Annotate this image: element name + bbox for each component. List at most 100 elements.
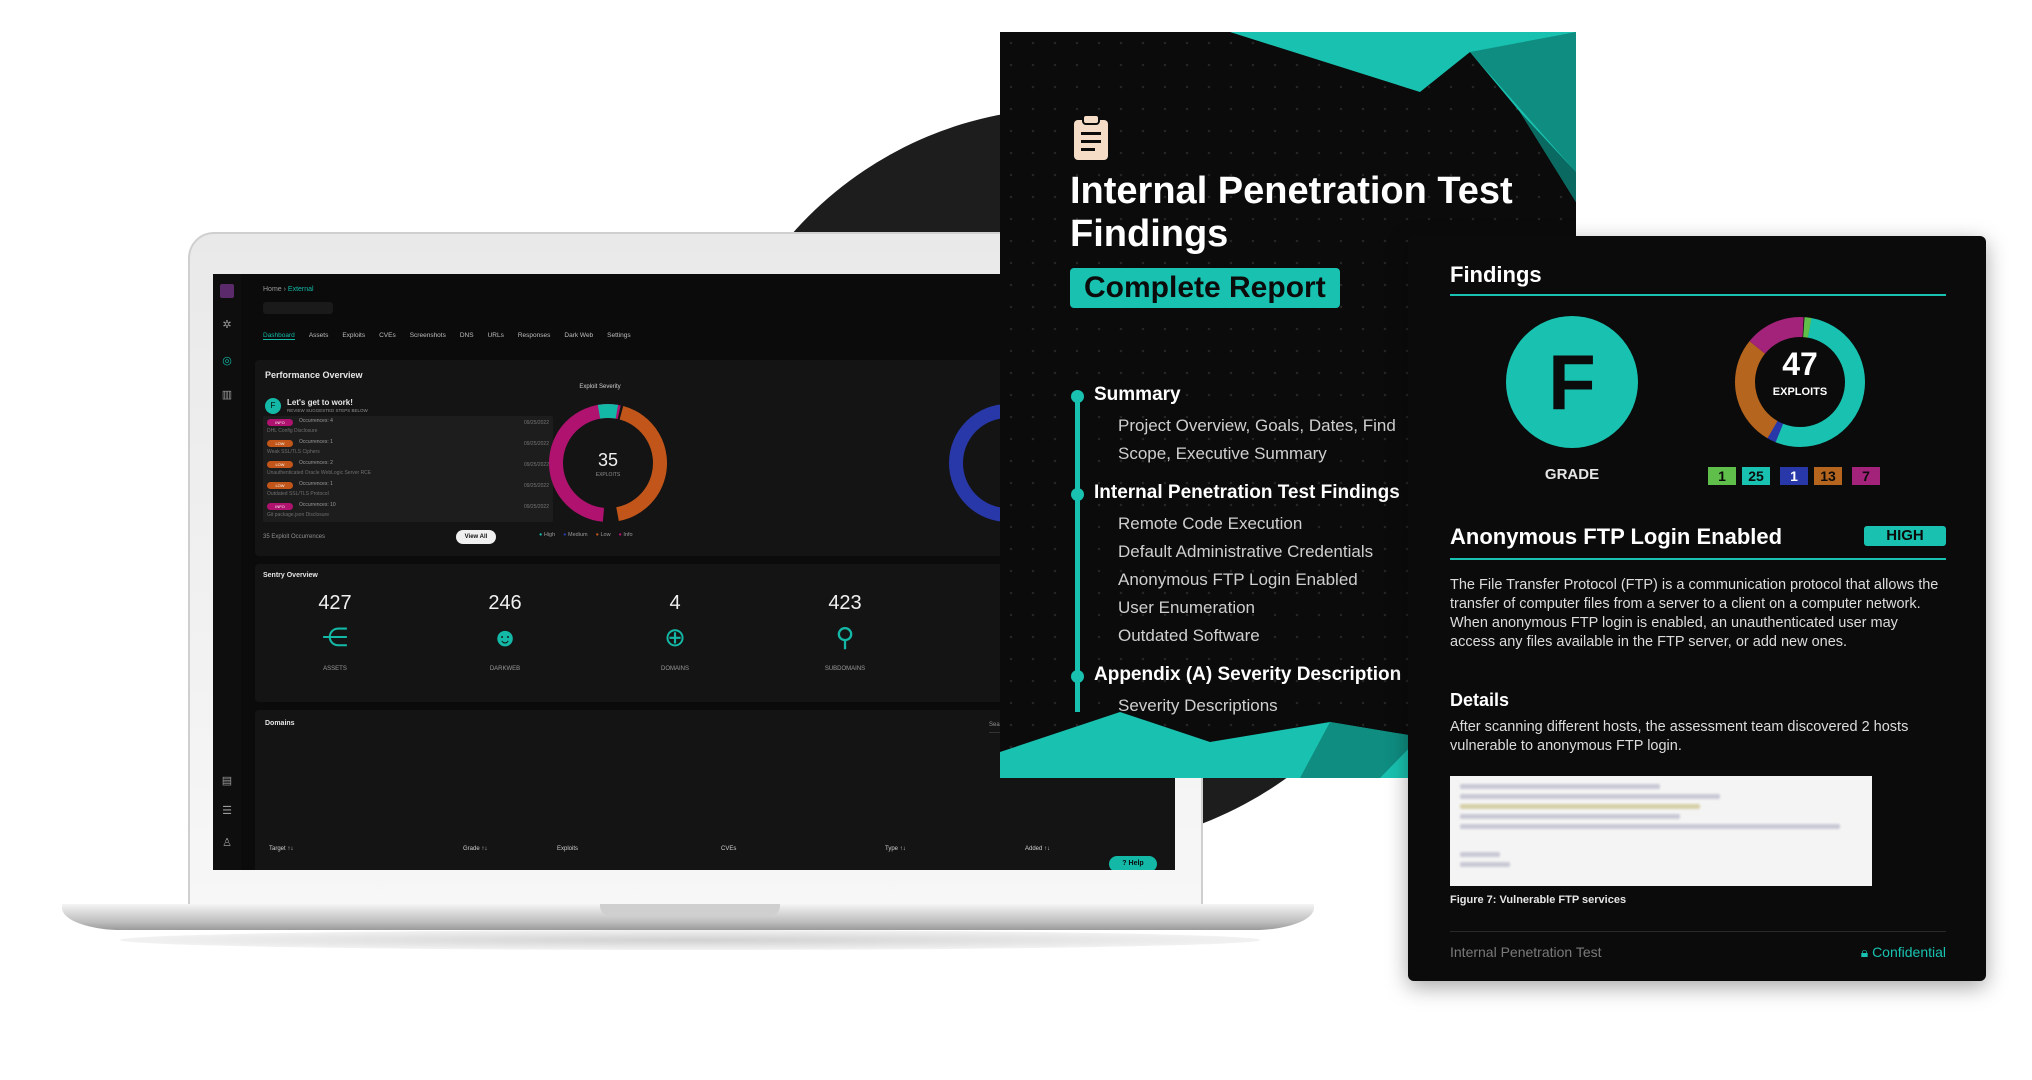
column-header[interactable]: Grade ↑↓ xyxy=(463,846,487,852)
findings-card: Findings F GRADE 47 EXPLOITS 1 25 1 13 7 Ano… xyxy=(1408,236,1986,981)
column-header[interactable]: Type ↑↓ xyxy=(885,846,906,852)
legend-high: ● High xyxy=(539,532,556,538)
tab-urls[interactable]: URLs xyxy=(488,332,504,340)
tab-exploits[interactable]: Exploits xyxy=(342,332,365,340)
laptop-notch xyxy=(600,904,780,916)
issue-description: The File Transfer Protocol (FTP) is a co… xyxy=(1450,577,1939,650)
stat-label: DARKWEB xyxy=(489,666,521,672)
toc-timeline xyxy=(1075,392,1080,712)
toc-item: Severity Descriptions xyxy=(1118,696,1278,715)
toc-heading: Internal Penetration Test Findings xyxy=(1094,482,1400,503)
occurrence-name: Git package.json Disclosure xyxy=(267,512,329,518)
figure-caption: Figure 7: Vulnerable FTP services xyxy=(1450,894,1627,906)
domains-title: Domains xyxy=(265,720,295,727)
tab-dark-web[interactable]: Dark Web xyxy=(564,332,593,340)
severity-count-box: 7 xyxy=(1852,467,1880,485)
occurrence-count: Occurrences: 1 xyxy=(299,439,333,445)
toc-item: Scope, Executive Summary xyxy=(1118,444,1327,463)
stat-label: DOMAINS xyxy=(660,666,689,672)
severity-count-box: 1 xyxy=(1708,467,1736,485)
findings-title: Findings xyxy=(1450,262,1542,287)
tab-cves[interactable]: CVEs xyxy=(379,332,396,340)
view-all-button[interactable]: View All xyxy=(456,530,496,544)
stat-label: ASSETS xyxy=(323,666,347,672)
toc-bullet xyxy=(1071,488,1084,501)
toc-heading: Appendix (A) Severity Description xyxy=(1094,664,1402,685)
tab-dns[interactable]: DNS xyxy=(460,332,474,340)
hacker-icon: ☻ xyxy=(491,622,519,652)
occurrence-name: Weak SSL/TLS Ciphers xyxy=(267,449,320,455)
toc-bullet xyxy=(1071,670,1084,683)
target-icon[interactable]: ◎ xyxy=(220,354,234,368)
severity-badge: LOW xyxy=(267,482,293,489)
occurrence-row[interactable]: INFO Occurrences: 10 09/25/2022 Git package… xyxy=(263,500,553,522)
column-header[interactable]: Target ↑↓ xyxy=(269,846,293,852)
chart-icon[interactable]: ▥ xyxy=(220,388,234,402)
stat-value: 4 xyxy=(669,592,681,614)
issue-rule xyxy=(1450,558,1946,560)
document-icon[interactable]: ▤ xyxy=(220,774,234,788)
tab-dashboard[interactable]: Dashboard xyxy=(263,332,295,340)
column-header[interactable]: Exploits xyxy=(557,846,578,852)
occurrence-count: Occurrences: 2 xyxy=(299,460,333,466)
sidebar: ✲ ◎ ▥ ▤ ☰ ♙ xyxy=(213,274,241,870)
footer-report-name: Internal Penetration Test xyxy=(1450,944,1602,960)
user-icon[interactable]: ♙ xyxy=(220,836,234,850)
toc-item: Default Administrative Credentials xyxy=(1118,542,1374,561)
severity-count-box: 13 xyxy=(1814,467,1842,485)
column-header[interactable]: CVEs xyxy=(721,846,736,852)
tab-responses[interactable]: Responses xyxy=(518,332,551,340)
exploit-severity-unit: EXPLOITS xyxy=(595,472,621,478)
laptop-shadow xyxy=(120,930,1260,950)
grade-label: GRADE xyxy=(1544,466,1600,483)
legend-info: ● Info xyxy=(618,532,633,538)
subdomain-icon: ⚲ xyxy=(835,622,855,652)
sliders-icon[interactable]: ☰ xyxy=(220,804,234,818)
footer-confidential: 🔒︎ Confidential xyxy=(1860,944,1946,960)
exploit-severity-total: 35 xyxy=(597,450,619,470)
tab-assets[interactable]: Assets xyxy=(309,332,329,340)
toc-item: Anonymous FTP Login Enabled xyxy=(1118,570,1358,589)
report-subtitle: Complete Report xyxy=(1070,268,1340,308)
severity-legend: ● High ● Medium ● Low ● Info xyxy=(539,532,633,538)
bug-icon[interactable]: ✲ xyxy=(220,318,234,332)
footer-rule xyxy=(1450,931,1946,932)
breadcrumb-home[interactable]: Home xyxy=(263,286,282,293)
issue-title: Anonymous FTP Login Enabled xyxy=(1450,524,1783,549)
severity-badge: INFO xyxy=(267,419,293,426)
severity-count-box: 1 xyxy=(1780,467,1808,485)
tab-bar: Dashboard Assets Exploits CVEs Screensho… xyxy=(263,332,631,340)
occurrence-row[interactable]: LOW Occurrences: 1 09/25/2022 Outdated SSL/… xyxy=(263,479,553,501)
occurrence-name: Outdated SSL/TLS Protocol xyxy=(267,491,329,497)
help-button[interactable]: ? Help xyxy=(1109,856,1157,870)
occurrence-count: Occurrences: 4 xyxy=(299,418,333,424)
toc-bullet xyxy=(1071,390,1084,403)
avatar: F xyxy=(265,398,281,414)
toc-item: Remote Code Execution xyxy=(1118,514,1303,533)
logo-icon xyxy=(220,284,234,298)
clipboard-icon xyxy=(1074,114,1108,160)
severity-badge: HIGH xyxy=(1864,526,1946,546)
occurrence-count: Occurrences: 10 xyxy=(299,502,336,508)
exploits-total: 47 xyxy=(1782,346,1818,382)
occurrence-row[interactable]: LOW Occurrences: 1 09/25/2022 Weak SSL/TLS … xyxy=(263,437,553,459)
occurrence-row[interactable]: LOW Occurrences: 2 09/25/2022 Unauthenticat… xyxy=(263,458,553,480)
domain-selector[interactable] xyxy=(263,302,333,314)
breadcrumb: Home › External xyxy=(263,286,314,293)
breadcrumb-current: External xyxy=(287,286,314,293)
tab-settings[interactable]: Settings xyxy=(607,332,631,340)
exploit-severity-title: Exploit Severity xyxy=(579,384,621,390)
severity-badge: INFO xyxy=(267,503,293,510)
column-header[interactable]: Added ↑↓ xyxy=(1025,846,1050,852)
details-text: After scanning different hosts, the asse… xyxy=(1450,719,1909,754)
performance-title: Performance Overview xyxy=(265,370,363,380)
toc-item: Project Overview, Goals, Dates, Find xyxy=(1118,416,1396,435)
sentry-title: Sentry Overview xyxy=(263,572,318,579)
welcome-title: Let's get to work! xyxy=(287,398,353,407)
tab-screenshots[interactable]: Screenshots xyxy=(410,332,446,340)
occurrence-row[interactable]: INFO Occurrences: 4 09/25/2022 DHL Config D… xyxy=(263,416,553,438)
legend-medium: ● Medium xyxy=(563,532,588,538)
stat-value: 423 xyxy=(828,592,862,614)
toc-heading: Summary xyxy=(1094,384,1181,405)
share-nodes-icon: ⋲ xyxy=(322,622,348,652)
